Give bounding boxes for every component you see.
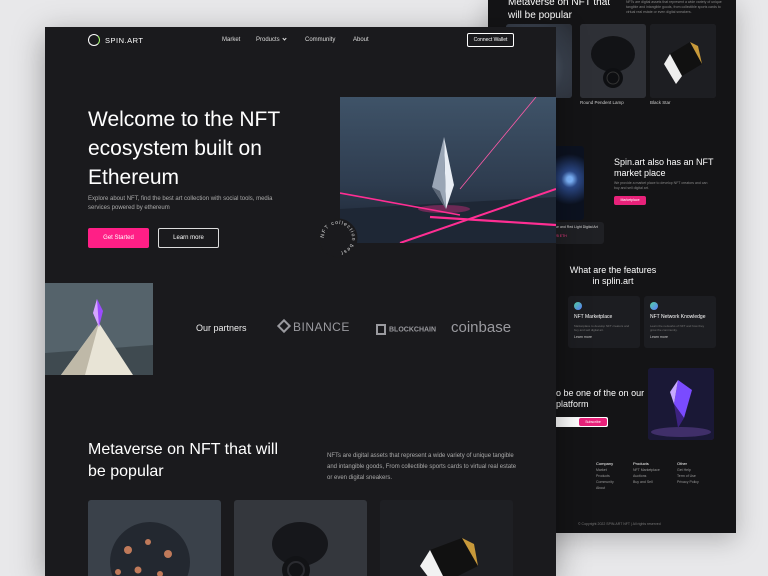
copyright: © Copyright 2022 SPIN.ART NFT | All righ…: [578, 522, 661, 526]
subscribe-title: o be one of the on our platform: [556, 388, 645, 409]
chevron-down-icon: [282, 36, 287, 41]
nav-market[interactable]: Market: [222, 37, 240, 43]
blockchain-logo-icon: [376, 324, 386, 335]
nft-card-lamp-caption: Round Pendent Lamp: [580, 100, 624, 105]
hero-ethereum-crystal-image: [340, 97, 556, 243]
hero-description: Explore about NFT, find the best art col…: [88, 196, 273, 211]
marketplace-item-name: Blue and Red Light Digital Art: [552, 225, 598, 229]
marketplace-title: Spin.art also has an NFT market place: [614, 157, 714, 178]
brand-name[interactable]: SPIN.ART: [105, 36, 143, 45]
features-title: What are the features in splin.art: [569, 265, 657, 286]
partner-binance-label: BINANCE: [293, 320, 350, 334]
feature-icon: [650, 302, 658, 310]
marketplace-desc: We provide a market place to develop NFT…: [614, 181, 708, 190]
spin-logo-icon[interactable]: [88, 34, 100, 46]
footer-link[interactable]: Buy and Sell: [633, 479, 660, 485]
partner-blockchain[interactable]: BLOCKCHAIN: [376, 324, 436, 335]
marketplace-item-price: 0.25 ETH: [552, 234, 567, 238]
feature-link[interactable]: Learn more: [574, 335, 634, 339]
nft-card-lamp-main[interactable]: [234, 500, 367, 576]
learn-more-button[interactable]: Learn more: [158, 228, 219, 248]
nft-collection-badge: NFT collection best: [318, 218, 358, 258]
feature-card-knowledge[interactable]: NFT Network Knowledge Learn the networks…: [644, 296, 716, 348]
feature-card-marketplace[interactable]: NFT Marketplace Marketplace to develop N…: [568, 296, 640, 348]
marketplace-item-card[interactable]: Blue and Red Light Digital Art 0.25 ETH: [548, 222, 604, 244]
partners-label: Our partners: [196, 323, 247, 333]
metaverse-desc-back: NFTs are digital assets that represent a…: [626, 0, 722, 14]
metaverse-description: NFTs are digital assets that represent a…: [327, 453, 517, 481]
nft-card-star[interactable]: [650, 24, 716, 98]
feature-link[interactable]: Learn more: [650, 335, 710, 339]
footer-link[interactable]: About: [596, 485, 614, 491]
feature-icon: [574, 302, 582, 310]
nav-about[interactable]: About: [353, 37, 369, 43]
feature-name: NFT Network Knowledge: [650, 314, 706, 320]
metaverse-title-back: Metaverse on NFT that will be popular: [508, 0, 611, 21]
nav-products-label: Products: [256, 37, 280, 43]
black-star-image: [650, 24, 716, 98]
subscribe-crystal-art: [648, 368, 714, 440]
landing-page: SPIN.ART Market Products Community About…: [45, 27, 556, 576]
lamp-image: [580, 24, 646, 98]
nft-card-lamp[interactable]: [580, 24, 646, 98]
partner-coinbase[interactable]: coinbase: [451, 319, 511, 336]
binance-logo-icon: [276, 318, 292, 334]
nav-products[interactable]: Products: [256, 36, 287, 43]
pyramid-crystal-image: [45, 283, 153, 375]
footer-col-company: Company Market Products Community About: [596, 461, 614, 491]
footer-col-products: Products NFT Marketplace Auctions Buy an…: [633, 461, 660, 485]
nav-community[interactable]: Community: [305, 37, 335, 43]
top-nav: SPIN.ART Market Products Community About…: [45, 27, 556, 57]
partner-blockchain-label: BLOCKCHAIN: [389, 326, 437, 334]
nft-card-star-caption: Black Star: [650, 100, 671, 105]
nft-card-star-main[interactable]: [380, 500, 513, 576]
subscribe-button[interactable]: Subscribe: [579, 418, 607, 426]
footer-link[interactable]: Privacy Policy: [677, 479, 699, 485]
marketplace-button[interactable]: Marketplace: [614, 196, 646, 205]
feature-name: NFT Marketplace: [574, 314, 613, 320]
get-started-button[interactable]: Get Started: [88, 228, 149, 248]
partner-binance[interactable]: BINANCE: [276, 318, 350, 334]
hero-title: Welcome to the NFT ecosystem built on Et…: [88, 108, 280, 189]
connect-wallet-button[interactable]: Connect Wallet: [467, 33, 514, 47]
metaverse-title: Metaverse on NFT that will be popular: [88, 441, 278, 480]
nft-card-sphere-main[interactable]: [88, 500, 221, 576]
footer-col-other: Other Get Help Term of Use Privacy Polic…: [677, 461, 699, 485]
feature-desc: Marketplace to develop NFT creators and …: [574, 324, 630, 332]
feature-desc: Learn the networks of NFT and how they g…: [650, 324, 705, 332]
